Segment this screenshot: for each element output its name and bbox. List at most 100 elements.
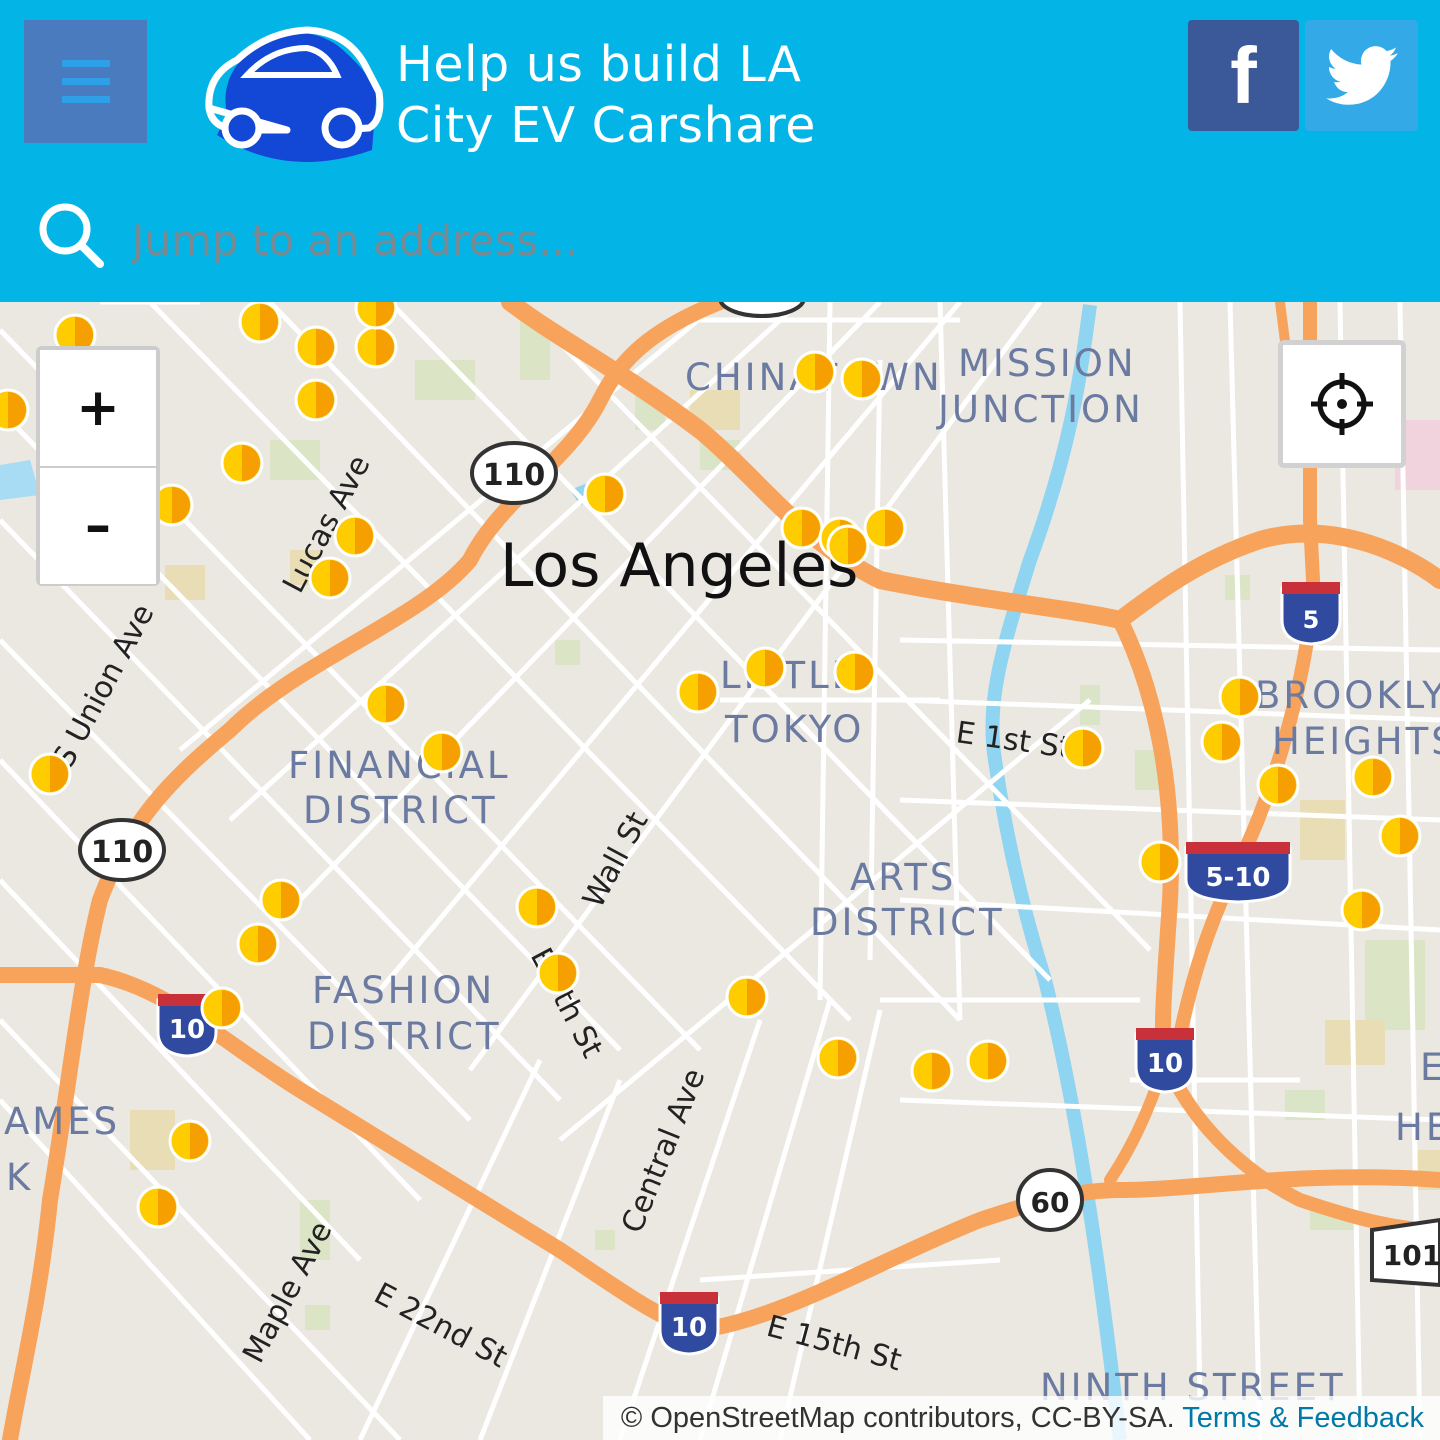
svg-text:10: 10: [169, 1015, 205, 1045]
svg-text:101: 101: [1383, 1239, 1440, 1272]
svg-text:60: 60: [1031, 1186, 1070, 1219]
carshare-marker[interactable]: [308, 556, 352, 600]
carshare-marker[interactable]: [238, 302, 282, 344]
street-e-22nd: E 22nd St: [368, 1276, 513, 1375]
carshare-marker[interactable]: [294, 378, 338, 422]
carshare-marker[interactable]: [743, 646, 787, 690]
carshare-marker[interactable]: [536, 951, 580, 995]
carshare-marker[interactable]: [1200, 720, 1244, 764]
label-district-arts: DISTRICT: [810, 901, 1005, 944]
app-header: Help us build LA City EV Carshare f: [0, 0, 1440, 302]
label-arts: ARTS: [850, 856, 956, 899]
carshare-marker[interactable]: [1378, 814, 1422, 858]
twitter-share-button[interactable]: [1305, 20, 1418, 131]
carshare-marker[interactable]: [863, 506, 907, 550]
label-junction: JUNCTION: [936, 388, 1144, 431]
carshare-marker[interactable]: [259, 878, 303, 922]
carshare-marker[interactable]: [236, 922, 280, 966]
carshare-marker[interactable]: [583, 472, 627, 516]
zoom-control: + –: [36, 346, 160, 586]
label-brooklyn: BROOKLYN: [1255, 674, 1440, 717]
app-title: Help us build LA City EV Carshare: [396, 34, 816, 156]
la-river: [985, 304, 1127, 1440]
zoom-in-button[interactable]: +: [40, 350, 156, 466]
street-maple: Maple Ave: [236, 1216, 339, 1369]
carshare-marker[interactable]: [28, 752, 72, 796]
carshare-marker[interactable]: [793, 350, 837, 394]
carshare-marker[interactable]: [333, 514, 377, 558]
shield-101: 101: [1370, 1217, 1440, 1288]
carshare-marker[interactable]: [1256, 763, 1300, 807]
menu-bar: [61, 60, 110, 67]
carshare-marker[interactable]: [826, 524, 870, 568]
facebook-icon: f: [1230, 30, 1257, 120]
svg-text:110: 110: [91, 835, 154, 870]
shield-i10-south: 10: [658, 1292, 720, 1356]
svg-text:110: 110: [483, 458, 546, 493]
map-basemap[interactable]: CHINATOWN MISSION JUNCTION LITTLE TOKYO …: [0, 302, 1440, 1440]
label-fashion: FASHION: [312, 969, 495, 1012]
label-heights: HEIGHTS: [1272, 720, 1440, 763]
carshare-marker[interactable]: [816, 1036, 860, 1080]
svg-text:5-10: 5-10: [1205, 863, 1270, 893]
label-e: E: [1420, 1046, 1440, 1089]
carshare-marker[interactable]: [515, 885, 559, 929]
label-district-fin: DISTRICT: [303, 789, 498, 832]
locate-me-button[interactable]: [1278, 340, 1406, 468]
shield-i5-10: 5-10: [1184, 842, 1292, 904]
carshare-marker[interactable]: [1340, 888, 1384, 932]
svg-text:10: 10: [1147, 1049, 1183, 1079]
label-financial: FINANCIAL: [288, 744, 511, 787]
carshare-marker[interactable]: [1351, 755, 1395, 799]
map-attribution: © OpenStreetMap contributors, CC-BY-SA. …: [602, 1396, 1440, 1440]
carshare-marker[interactable]: [676, 670, 720, 714]
terms-feedback-link[interactable]: Terms & Feedback: [1182, 1402, 1424, 1434]
attribution-text: © OpenStreetMap contributors, CC-BY-SA.: [620, 1402, 1183, 1434]
carshare-marker[interactable]: [1061, 726, 1105, 770]
carshare-marker[interactable]: [200, 986, 244, 1030]
carshare-marker[interactable]: [354, 302, 398, 330]
label-ames: AMES: [4, 1100, 120, 1143]
map-viewport[interactable]: CHINATOWN MISSION JUNCTION LITTLE TOKYO …: [0, 302, 1440, 1440]
carshare-marker[interactable]: [833, 650, 877, 694]
shield-i5: 5: [1280, 582, 1342, 646]
search-icon: [39, 203, 104, 268]
title-line-2: City EV Carshare: [396, 97, 816, 154]
carshare-marker[interactable]: [910, 1049, 954, 1093]
carshare-marker[interactable]: [725, 975, 769, 1019]
carshare-marker[interactable]: [294, 325, 338, 369]
carshare-marker[interactable]: [840, 357, 884, 401]
street-wall: Wall St: [576, 806, 655, 914]
label-k: K: [6, 1156, 33, 1199]
carshare-marker[interactable]: [966, 1039, 1010, 1083]
carshare-marker[interactable]: [136, 1185, 180, 1229]
twitter-bird-icon: [1325, 45, 1398, 105]
carshare-marker[interactable]: [220, 441, 264, 485]
address-search-input[interactable]: [132, 208, 932, 272]
carshare-marker[interactable]: [1218, 675, 1262, 719]
carshare-marker[interactable]: [0, 388, 30, 432]
svg-text:10: 10: [671, 1313, 707, 1343]
svg-text:5: 5: [1303, 606, 1320, 634]
shield-110-south: 110: [78, 818, 166, 882]
carshare-marker[interactable]: [420, 730, 464, 774]
shield-60: 60: [1016, 1168, 1084, 1232]
carshare-marker[interactable]: [780, 506, 824, 550]
street-e-1st: E 1st St: [954, 715, 1073, 766]
label-mission: MISSION: [958, 342, 1137, 385]
menu-bar: [61, 96, 110, 103]
carshare-marker[interactable]: [1138, 840, 1182, 884]
facebook-share-button[interactable]: f: [1188, 20, 1299, 131]
carshare-marker[interactable]: [364, 682, 408, 726]
shield-110-north: 110: [470, 441, 558, 505]
label-tokyo: TOKYO: [724, 708, 864, 751]
hamburger-menu-button[interactable]: [24, 20, 147, 143]
carshare-marker[interactable]: [168, 1119, 212, 1163]
title-line-1: Help us build LA: [396, 36, 802, 93]
menu-bar: [61, 78, 110, 85]
crosshair-locate-icon: [1311, 373, 1373, 435]
label-he: HE: [1395, 1106, 1440, 1149]
zoom-out-button[interactable]: –: [40, 468, 156, 584]
car-logo-icon: [205, 26, 384, 163]
carshare-marker[interactable]: [354, 325, 398, 369]
